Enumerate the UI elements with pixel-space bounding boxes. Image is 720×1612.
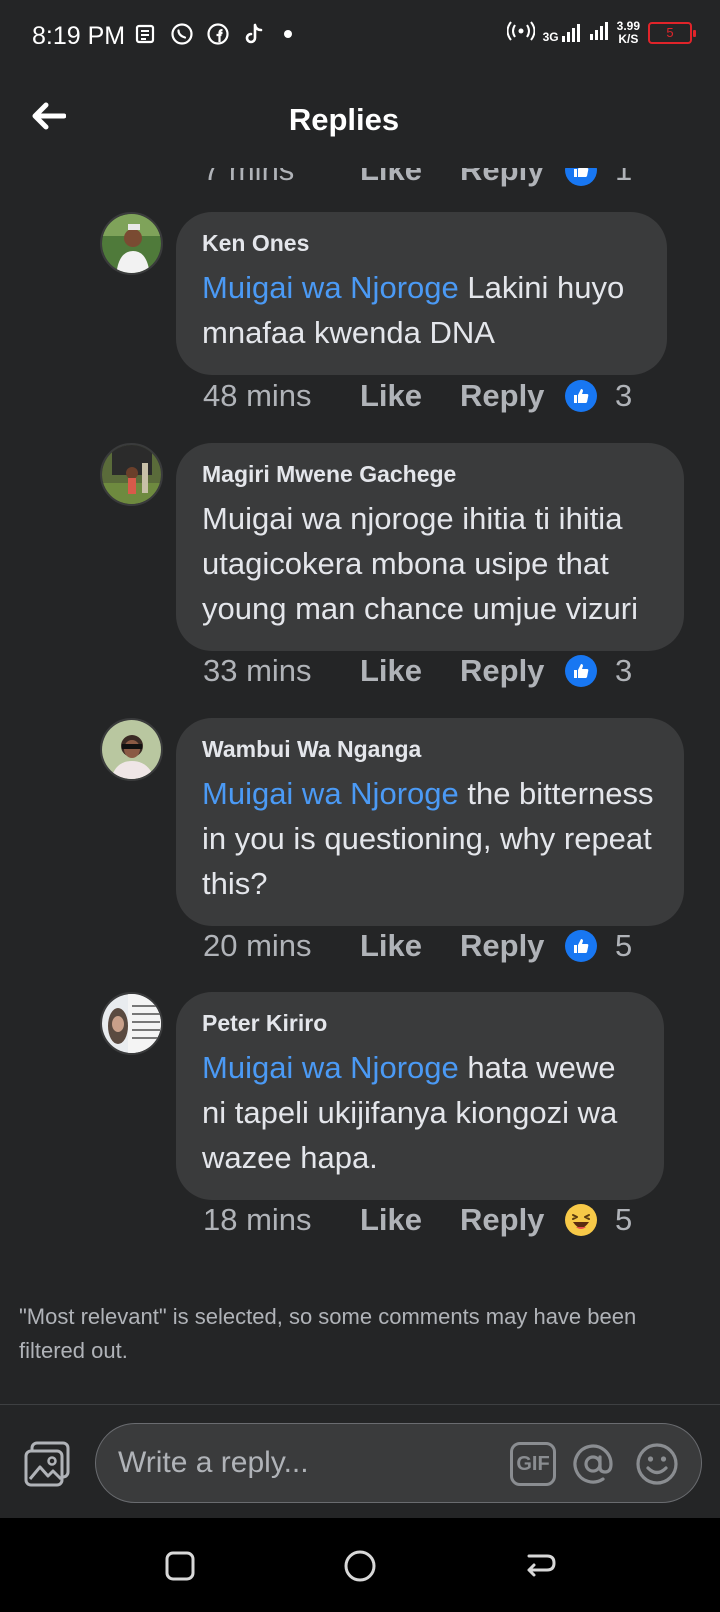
photo-button[interactable] <box>20 1437 74 1491</box>
comment-bubble[interactable]: Peter Kiriro Muigai wa Njoroge hata wewe… <box>176 992 664 1200</box>
reply-button[interactable]: Reply <box>460 378 565 414</box>
home-button[interactable] <box>338 1544 382 1588</box>
system-nav-bar <box>0 1518 720 1612</box>
signal-3g: 3G <box>543 23 581 43</box>
reply-button[interactable]: Reply <box>460 1202 565 1238</box>
avatar[interactable] <box>100 992 163 1055</box>
hotspot-icon <box>506 20 536 46</box>
reaction-count[interactable]: 5 <box>615 928 632 964</box>
back-nav-button[interactable] <box>518 1544 562 1588</box>
comment-text: Muigai wa Njoroge hata wewe ni tapeli uk… <box>202 1050 618 1175</box>
replies-header: Replies <box>0 72 720 168</box>
like-button[interactable]: Like <box>360 928 460 964</box>
comment-bubble[interactable]: Magiri Mwene Gachege Muigai wa njoroge i… <box>176 443 684 651</box>
comment-time: 48 mins <box>203 378 312 413</box>
like-reaction-icon[interactable] <box>565 930 597 962</box>
comment-author[interactable]: Wambui Wa Nganga <box>202 736 658 763</box>
comment-time: 20 mins <box>203 928 312 963</box>
recents-icon <box>165 1551 195 1581</box>
comment-author[interactable]: Peter Kiriro <box>202 1010 638 1037</box>
status-bar: 8:19 PM 3G 3.99 K/S 5 <box>0 0 720 72</box>
page-title: Replies <box>288 102 400 137</box>
reaction-count[interactable]: 3 <box>615 653 632 689</box>
comment-author[interactable]: Ken Ones <box>202 230 641 257</box>
comment-bubble[interactable]: Ken Ones Muigai wa Njoroge Lakini huyo m… <box>176 212 667 375</box>
comment-actions: 33 mins Like Reply 3 <box>203 653 632 689</box>
at-sign-icon <box>573 1444 613 1484</box>
like-button[interactable]: Like <box>360 378 460 414</box>
reaction-count[interactable]: 5 <box>615 1202 632 1238</box>
battery-indicator: 5 <box>648 22 696 44</box>
system-indicators: 3G 3.99 K/S 5 <box>506 19 696 46</box>
like-button[interactable]: Like <box>360 653 460 689</box>
notification-icons <box>134 22 292 46</box>
whatsapp-icon <box>170 22 194 46</box>
signal-icon <box>589 21 609 46</box>
status-time: 8:19 PM <box>32 22 126 50</box>
reply-input[interactable]: Write a reply... GIF <box>95 1423 702 1503</box>
more-notifications-dot <box>284 30 292 38</box>
photo-icon <box>24 1441 70 1487</box>
mention-link[interactable]: Muigai wa Njoroge <box>202 1050 459 1085</box>
reaction-count[interactable]: 3 <box>615 378 632 414</box>
comment-text: Muigai wa njoroge ihitia ti ihitia utagi… <box>202 501 638 626</box>
smiley-icon <box>636 1443 678 1485</box>
back-nav-icon <box>527 1554 556 1577</box>
news-icon <box>134 22 158 46</box>
comment-author[interactable]: Magiri Mwene Gachege <box>202 461 658 488</box>
facebook-icon <box>206 22 230 46</box>
comment-bubble[interactable]: Wambui Wa Nganga Muigai wa Njoroge the b… <box>176 718 684 926</box>
like-reaction-icon[interactable] <box>565 380 597 412</box>
emoji-button[interactable] <box>634 1441 680 1487</box>
reply-button[interactable]: Reply <box>460 653 565 689</box>
avatar[interactable] <box>100 212 163 275</box>
recents-button[interactable] <box>158 1544 202 1588</box>
comment-text: Muigai wa Njoroge the bitterness in you … <box>202 776 654 901</box>
gif-button[interactable]: GIF <box>510 1442 556 1486</box>
reply-composer: Write a reply... GIF <box>0 1404 720 1518</box>
like-button[interactable]: Like <box>360 1202 460 1238</box>
comment-time: 33 mins <box>203 653 312 688</box>
comment-actions: 48 mins Like Reply 3 <box>203 378 632 414</box>
comment-actions: 20 mins Like Reply 5 <box>203 928 632 964</box>
network-speed: 3.99 K/S <box>616 19 640 46</box>
comment-actions: 18 mins Like Reply 5 <box>203 1202 632 1238</box>
reply-placeholder: Write a reply... <box>118 1446 309 1479</box>
comment-time: 18 mins <box>203 1202 312 1237</box>
like-reaction-icon[interactable] <box>565 655 597 687</box>
mention-link[interactable]: Muigai wa Njoroge <box>202 270 459 305</box>
avatar[interactable] <box>100 443 163 506</box>
reply-button[interactable]: Reply <box>460 928 565 964</box>
tiktok-icon <box>242 22 266 46</box>
home-icon <box>344 1550 376 1582</box>
filter-notice: "Most relevant" is selected, so some com… <box>19 1304 637 1363</box>
comment-text: Muigai wa Njoroge Lakini huyo mnafaa kwe… <box>202 270 625 350</box>
avatar[interactable] <box>100 718 163 781</box>
haha-reaction-icon[interactable] <box>565 1204 597 1236</box>
mention-link[interactable]: Muigai wa Njoroge <box>202 776 459 811</box>
mention-button[interactable] <box>570 1441 616 1487</box>
